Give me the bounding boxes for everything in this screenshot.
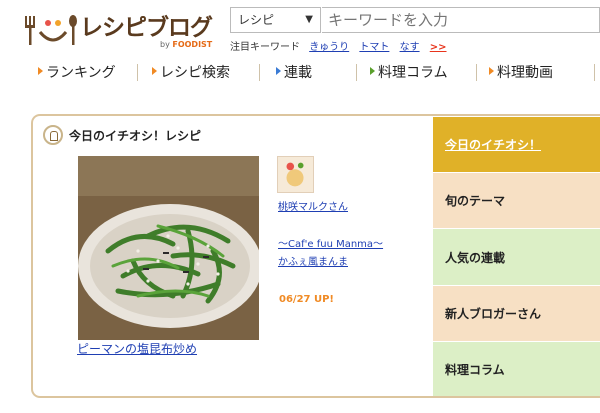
featured-tabs: 今日のイチオシ！ 旬のテーマ 人気の連載 新人ブロガーさん 料理コラム [433, 116, 600, 396]
author-avatar[interactable] [277, 156, 314, 193]
panel-title: 今日のイチオシ！レシピ [69, 129, 202, 143]
tab-label: 料理コラム [445, 362, 505, 377]
nav-item-cooking-video[interactable]: 料理動画 [489, 62, 553, 82]
nav-item-cooking-column[interactable]: 料理コラム [370, 62, 448, 82]
triangle-right-icon [276, 67, 281, 75]
keyword-link-cucumber[interactable]: きゅうり [309, 42, 349, 53]
keyword-link-tomato[interactable]: トマト [359, 42, 389, 53]
triangle-right-icon [489, 67, 494, 75]
nav-item-recipe-search[interactable]: レシピ検索 [152, 62, 230, 82]
dropdown-arrow-icon: ▼ [305, 14, 313, 25]
nav-divider [476, 64, 477, 81]
main-nav: ランキング レシピ検索 連載 料理コラム 料理動画 [0, 58, 600, 86]
blog-name-line1: ～Caf'e fuu Manma～ [278, 239, 384, 250]
tab-seasonal-theme[interactable]: 旬のテーマ [433, 172, 600, 228]
site-logo[interactable]: レシピブログ by FOODIST [22, 6, 222, 52]
nav-item-series[interactable]: 連載 [276, 62, 312, 82]
update-date: 06/27 UP! [279, 294, 334, 305]
tab-todays-pick[interactable]: 今日のイチオシ！ [433, 116, 600, 172]
tab-label: 今日のイチオシ！ [445, 138, 542, 152]
nav-divider [259, 64, 260, 81]
chef-badge-icon [43, 125, 63, 145]
tab-new-bloggers[interactable]: 新人ブロガーさん [433, 285, 600, 341]
triangle-right-icon [370, 67, 375, 75]
blog-name-link[interactable]: ～Caf'e fuu Manma～ かふぇ風まんま [278, 236, 383, 272]
nav-item-label: 料理動画 [497, 65, 553, 81]
featured-recipe-panel: 今日のイチオシ！レシピ ピーマンの塩昆布炒め 桃咲マルクさん ～Caf'e fu… [31, 114, 600, 398]
triangle-right-icon [152, 67, 157, 75]
logo-byline: by FOODIST [160, 40, 212, 49]
recipe-title-link[interactable]: ピーマンの塩昆布炒め [77, 340, 197, 357]
nav-divider [594, 64, 595, 81]
nav-item-label: ランキング [46, 65, 116, 81]
tab-popular-series[interactable]: 人気の連載 [433, 228, 600, 285]
triangle-right-icon [38, 67, 43, 75]
logo-byline-prefix: by [160, 40, 173, 49]
logo-byline-brand: FOODIST [172, 40, 213, 49]
hot-keywords: 注目キーワード きゅうり トマト なす >> [230, 38, 447, 53]
search-category-select[interactable]: レシピ ▼ [230, 7, 321, 33]
hot-keywords-label: 注目キーワード [230, 42, 300, 53]
more-keywords-link[interactable]: >> [430, 42, 447, 53]
search-category-value: レシピ [238, 13, 275, 27]
nav-item-label: レシピ検索 [160, 65, 230, 81]
dish-photo[interactable] [78, 156, 259, 340]
tab-label: 旬のテーマ [445, 194, 506, 208]
tab-label: 新人ブロガーさん [445, 307, 542, 321]
author-name-link[interactable]: 桃咲マルクさん [278, 198, 348, 213]
nav-item-ranking[interactable]: ランキング [38, 62, 116, 82]
nav-item-label: 連載 [284, 65, 312, 81]
logo-wordmark: レシピブログ [80, 15, 213, 41]
chef-utensils-icon [25, 15, 77, 45]
blog-name-line2: かふぇ風まんま [278, 257, 348, 268]
nav-divider [137, 64, 138, 81]
tab-label: 人気の連載 [445, 250, 506, 265]
search-input[interactable] [322, 7, 600, 33]
nav-item-label: 料理コラム [378, 65, 448, 81]
tab-cooking-column[interactable]: 料理コラム [433, 341, 600, 396]
nav-divider [356, 64, 357, 81]
keyword-link-eggplant[interactable]: なす [400, 42, 420, 53]
